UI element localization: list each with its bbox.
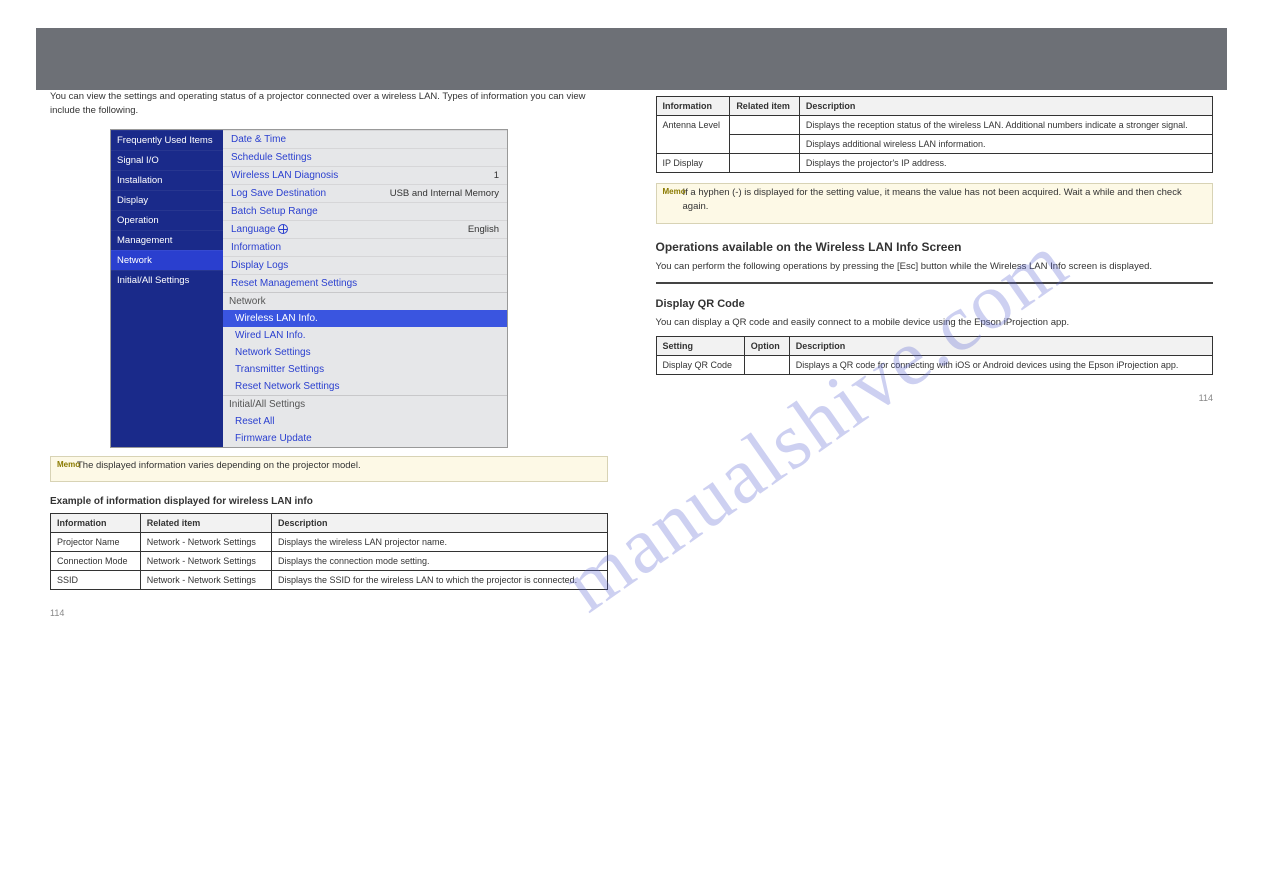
body-text: You can perform the following operations… — [656, 260, 1214, 274]
info-table: Information Related item Description Pro… — [50, 513, 608, 590]
globe-icon — [278, 224, 288, 234]
memo-text: If a hyphen (-) is displayed for the set… — [683, 187, 1182, 212]
th: Option — [744, 337, 789, 356]
menu-row[interactable]: Network Settings — [223, 344, 507, 361]
menu-row[interactable]: Date & Time — [223, 130, 507, 148]
th: Information — [656, 97, 730, 116]
menu-main: Date & Time Schedule Settings Wireless L… — [223, 130, 507, 447]
body-text: You can display a QR code and easily con… — [656, 316, 1214, 330]
menu-group: Initial/All Settings — [223, 395, 507, 413]
th: Setting — [656, 337, 744, 356]
menu-row[interactable]: Display Logs — [223, 256, 507, 274]
left-column: You can view the settings and operating … — [50, 90, 608, 618]
memo-box: The displayed information varies dependi… — [50, 456, 608, 482]
th: Description — [271, 513, 607, 532]
table-title: Example of information displayed for wir… — [50, 496, 608, 507]
menu-row[interactable]: Log Save DestinationUSB and Internal Mem… — [223, 184, 507, 202]
memo-box: If a hyphen (-) is displayed for the set… — [656, 183, 1214, 224]
info-table: Information Related item Description Ant… — [656, 96, 1214, 173]
th: Information — [51, 513, 141, 532]
menu-row[interactable]: Language English — [223, 220, 507, 238]
page-header — [36, 28, 1227, 90]
menu-sidebar: Frequently Used Items Signal I/O Install… — [111, 130, 223, 447]
section-heading: Operations available on the Wireless LAN… — [656, 240, 1214, 254]
th: Related item — [140, 513, 271, 532]
menu-row[interactable]: Reset Management Settings — [223, 274, 507, 292]
menu-row[interactable]: Wireless LAN Diagnosis1 — [223, 166, 507, 184]
menu-group: Network — [223, 292, 507, 310]
side-item[interactable]: Signal I/O — [111, 150, 223, 170]
table-row: SSIDNetwork - Network SettingsDisplays t… — [51, 570, 608, 589]
right-column: Information Related item Description Ant… — [656, 90, 1214, 618]
menu-row[interactable]: Firmware Update — [223, 430, 507, 447]
sub-heading: Display QR Code — [656, 298, 1214, 310]
side-item[interactable]: Management — [111, 230, 223, 250]
separator — [656, 282, 1214, 284]
th: Description — [799, 97, 1212, 116]
menu-row[interactable]: Wired LAN Info. — [223, 327, 507, 344]
table-row: Projector NameNetwork - Network Settings… — [51, 532, 608, 551]
table-row: Displays additional wireless LAN informa… — [656, 135, 1213, 154]
side-item[interactable]: Initial/All Settings — [111, 270, 223, 290]
side-item-active[interactable]: Network — [111, 250, 223, 270]
memo-text: The displayed information varies dependi… — [77, 460, 361, 471]
menu-row[interactable]: Reset All — [223, 413, 507, 430]
side-item[interactable]: Display — [111, 190, 223, 210]
side-item[interactable]: Operation — [111, 210, 223, 230]
page-number: 114 — [50, 608, 608, 618]
menu-row[interactable]: Schedule Settings — [223, 148, 507, 166]
page-title — [46, 34, 1227, 52]
table-row: Antenna LevelDisplays the reception stat… — [656, 116, 1213, 135]
side-item[interactable]: Installation — [111, 170, 223, 190]
menu-row[interactable]: Information — [223, 238, 507, 256]
settings-table: Setting Option Description Display QR Co… — [656, 336, 1214, 375]
th: Related item — [730, 97, 800, 116]
table-row: Display QR Code Displays a QR code for c… — [656, 356, 1213, 375]
menu-row[interactable]: Reset Network Settings — [223, 378, 507, 395]
menu-screenshot: Frequently Used Items Signal I/O Install… — [110, 129, 508, 448]
menu-row-highlighted[interactable]: Wireless LAN Info. — [223, 310, 507, 327]
table-row: Connection ModeNetwork - Network Setting… — [51, 551, 608, 570]
page-number: 114 — [656, 393, 1214, 403]
menu-row[interactable]: Transmitter Settings — [223, 361, 507, 378]
table-row: IP DisplayDisplays the projector's IP ad… — [656, 154, 1213, 173]
intro-text: You can view the settings and operating … — [50, 90, 608, 119]
side-item[interactable]: Frequently Used Items — [111, 130, 223, 150]
th: Description — [789, 337, 1212, 356]
menu-row[interactable]: Batch Setup Range — [223, 202, 507, 220]
